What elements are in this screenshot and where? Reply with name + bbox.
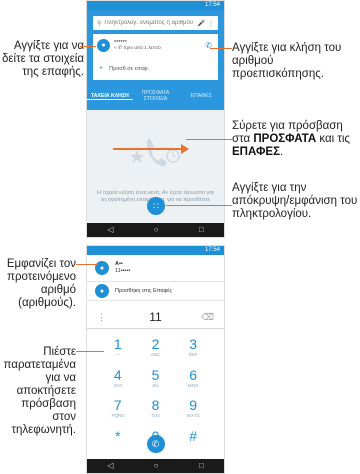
header: ⚲ Πληκτρολόγ. ονόματος ή αριθμού 🎤 ⋮ ● *… xyxy=(87,10,224,110)
leader-tap-keypad xyxy=(166,205,232,206)
recent-contact-detail: « ✆ πριν από 1 λεπτό xyxy=(114,46,161,51)
dialer-screen-2: 17:54 ● A•• 11••••• ● Προσθήκη στις Επαφ… xyxy=(86,245,225,474)
add-contact-icon: + xyxy=(99,65,104,72)
add-to-contacts-label: Προσθήκη στις Επαφές xyxy=(115,288,173,294)
add-contact-avatar-icon: ● xyxy=(95,284,109,298)
swipe-arrow xyxy=(113,148,183,150)
swipe-recent: ΠΡΟΣΦΑΤΑ xyxy=(253,133,317,145)
dialpad-icon: ∷ xyxy=(153,200,159,211)
backspace-icon[interactable]: ⌫ xyxy=(201,312,214,323)
speed-dial-illustration-icon xyxy=(127,132,183,172)
key-5-digit: 5 xyxy=(151,366,160,383)
leader-press-hold xyxy=(76,351,104,352)
key-4-letters: GHI xyxy=(113,382,122,388)
mic-icon[interactable]: 🎤 xyxy=(198,20,205,27)
leader-swipe xyxy=(186,139,232,140)
recent-contact-row[interactable]: ● ****** « ✆ πριν από 1 λεπτό ✆ xyxy=(93,34,218,57)
suggested-number: 11••••• xyxy=(115,268,131,274)
leader-shows-number xyxy=(76,264,98,265)
key-9[interactable]: 9 WXYZ xyxy=(174,397,212,426)
status-bar-2: 17:54 xyxy=(87,246,224,255)
key-2[interactable]: 2 ABC xyxy=(137,336,175,365)
tab-speed-dial[interactable]: ΤΑΧΕΙΑ ΚΛΗΣΗ xyxy=(87,93,133,100)
key-8[interactable]: 8 TUV xyxy=(137,397,175,426)
leader-tap-call xyxy=(210,48,232,49)
key-hash-digit: # xyxy=(189,427,198,444)
keypad-toggle-button[interactable]: ∷ xyxy=(147,197,165,215)
suggested-name: A•• xyxy=(115,261,123,267)
status-bar: 17:54 xyxy=(87,1,224,10)
search-icon: ⚲ xyxy=(97,20,102,27)
create-contact-row[interactable]: + Προσθ.σε επαφ. xyxy=(93,57,218,80)
key-9-digit: 9 xyxy=(189,397,198,413)
key-7-letters: PQRS xyxy=(111,413,125,418)
number-field[interactable]: ⋮ 11 ⌫ xyxy=(87,306,224,329)
search-bar[interactable]: ⚲ Πληκτρολόγ. ονόματος ή αριθμού 🎤 ⋮ xyxy=(93,16,218,30)
dialer-screen-1: 17:54 ⚲ Πληκτρολόγ. ονόματος ή αριθμού 🎤… xyxy=(86,0,225,238)
key-2-digit: 2 xyxy=(151,336,160,352)
key-8-digit: 8 xyxy=(151,397,160,413)
tabs: ΤΑΧΕΙΑ ΚΛΗΣΗ ΠΡΟΣΦΑΤΑ ΣΤΟΙΧΕΙΑ ΕΠΑΦΕΣ xyxy=(87,89,224,103)
voicemail-icon: ― xyxy=(115,352,121,357)
note-press-hold: Πιέστε παρατεταμένα για να αποκτήσετε πρ… xyxy=(3,346,76,436)
home-icon[interactable]: ○ xyxy=(154,226,159,234)
recents-icon[interactable]: □ xyxy=(199,226,204,234)
note-tap-call: Αγγίξτε για κλήση του αριθμού προεπισκόπ… xyxy=(232,42,342,80)
suggested-contact[interactable]: ● A•• 11••••• xyxy=(87,255,224,281)
nav-bar-2: ◁ ○ □ xyxy=(87,459,224,473)
leader-tap-details xyxy=(80,46,96,47)
key-6-digit: 6 xyxy=(189,366,198,383)
more-icon[interactable]: ⋮ xyxy=(208,20,214,27)
tab-contacts[interactable]: ΕΠΑΦΕΣ xyxy=(178,93,224,99)
key-8-letters: TUV xyxy=(150,413,160,418)
key-4-digit: 4 xyxy=(113,366,122,383)
swipe-and: και τις xyxy=(319,133,350,145)
tab-recent[interactable]: ΠΡΟΣΦΑΤΑ ΣΤΟΙΧΕΙΑ xyxy=(133,90,179,102)
key-1-digit: 1 xyxy=(113,336,122,352)
note-tap-keypad: Αγγίξτε για την απόκρυψη/εμφάνιση του πλ… xyxy=(232,182,358,220)
key-5-letters: JKL xyxy=(151,382,160,388)
overflow-icon[interactable]: ⋮ xyxy=(97,312,106,323)
key-7[interactable]: 7 PQRS xyxy=(99,397,137,426)
recent-card: ● ****** « ✆ πριν από 1 λεπτό ✆ + Προσθ.… xyxy=(93,34,218,80)
typed-number: 11 xyxy=(149,310,162,324)
contact-avatar-icon[interactable]: ● xyxy=(97,39,110,52)
back-icon[interactable]: ◁ xyxy=(107,226,113,234)
key-4[interactable]: 4 GHI xyxy=(99,367,137,396)
call-button[interactable]: ✆ xyxy=(146,435,165,453)
phone-call-icon: ✆ xyxy=(151,438,160,449)
key-6[interactable]: 6 MNO xyxy=(174,367,212,396)
note-shows-number: Εμφανίζει τον προτεινόμενο αριθμό (αριθμ… xyxy=(6,258,76,309)
nav-bar: ◁ ○ □ xyxy=(87,223,224,237)
key-3-digit: 3 xyxy=(189,336,198,352)
key-star-digit: * xyxy=(115,427,121,444)
key-hash[interactable]: # xyxy=(174,428,212,457)
key-2-letters: ABC xyxy=(150,352,161,357)
recents-icon-2[interactable]: □ xyxy=(199,462,204,470)
key-7-digit: 7 xyxy=(113,397,122,413)
key-star[interactable]: * xyxy=(99,428,137,457)
back-icon-2[interactable]: ◁ xyxy=(107,462,113,470)
key-9-letters: WXYZ xyxy=(186,413,200,418)
key-3-letters: DEF xyxy=(188,352,198,357)
key-5[interactable]: 5 JKL xyxy=(137,367,175,396)
note-swipe: Σύρετε για πρόσβαση στα ΠΡΟΣΦΑΤΑ και τις… xyxy=(232,120,350,158)
status-time: 17:54 xyxy=(204,2,220,8)
key-3[interactable]: 3 DEF xyxy=(174,336,212,365)
swipe-contacts: ΕΠΑΦΕΣ xyxy=(232,146,280,158)
add-to-contacts-row[interactable]: ● Προσθήκη στις Επαφές xyxy=(87,281,224,301)
key-1[interactable]: 1 ― xyxy=(99,336,137,365)
search-placeholder: Πληκτρολόγ. ονόματος ή αριθμού xyxy=(104,20,194,26)
status-time-2: 17:54 xyxy=(204,247,220,253)
home-icon-2[interactable]: ○ xyxy=(154,462,159,470)
note-tap-details: Αγγίξτε για να δείτε τα στοιχεία της επα… xyxy=(2,40,84,78)
create-contact-label: Προσθ.σε επαφ. xyxy=(109,65,150,72)
key-6-letters: MNO xyxy=(187,382,199,388)
swipe-arrowhead-icon xyxy=(181,144,189,154)
